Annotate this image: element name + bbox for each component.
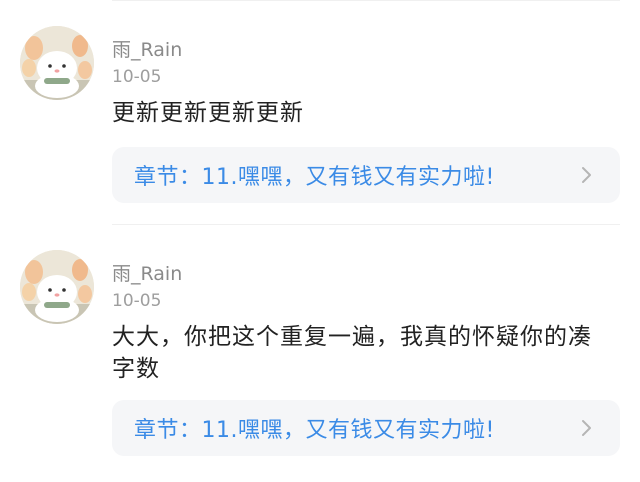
- username[interactable]: 雨_Rain: [112, 38, 182, 62]
- comment-content: 大大，你把这个重复一遍，我真的怀疑你的凑字数: [112, 324, 592, 382]
- comment-item: 雨_Rain 10-05 大大，你把这个重复一遍，我真的怀疑你的凑字数 章节：1…: [0, 224, 640, 482]
- chapter-label: 章节：11.嘿嘿，又有钱又有实力啦!: [134, 165, 495, 190]
- chapter-link[interactable]: 章节：11.嘿嘿，又有钱又有实力啦!: [112, 400, 620, 456]
- chapter-label: 章节：11.嘿嘿，又有钱又有实力啦!: [134, 418, 495, 443]
- chapter-link[interactable]: 章节：11.嘿嘿，又有钱又有实力啦!: [112, 147, 620, 203]
- avatar[interactable]: [20, 26, 94, 100]
- comment-date: 10-05: [112, 67, 162, 87]
- avatar[interactable]: [20, 250, 94, 324]
- chevron-right-icon: [574, 163, 598, 187]
- comment-item: 雨_Rain 10-05 更新更新更新更新 章节：11.嘿嘿，又有钱又有实力啦!: [0, 0, 640, 224]
- cartoon-cat-avatar-icon: [20, 26, 94, 100]
- comment-list: 雨_Rain 10-05 更新更新更新更新 章节：11.嘿嘿，又有钱又有实力啦!: [0, 0, 640, 482]
- chevron-right-icon: [574, 416, 598, 440]
- comment-content: 更新更新更新更新: [112, 100, 304, 126]
- username[interactable]: 雨_Rain: [112, 262, 182, 286]
- cartoon-cat-avatar-icon: [20, 250, 94, 324]
- comment-date: 10-05: [112, 291, 162, 311]
